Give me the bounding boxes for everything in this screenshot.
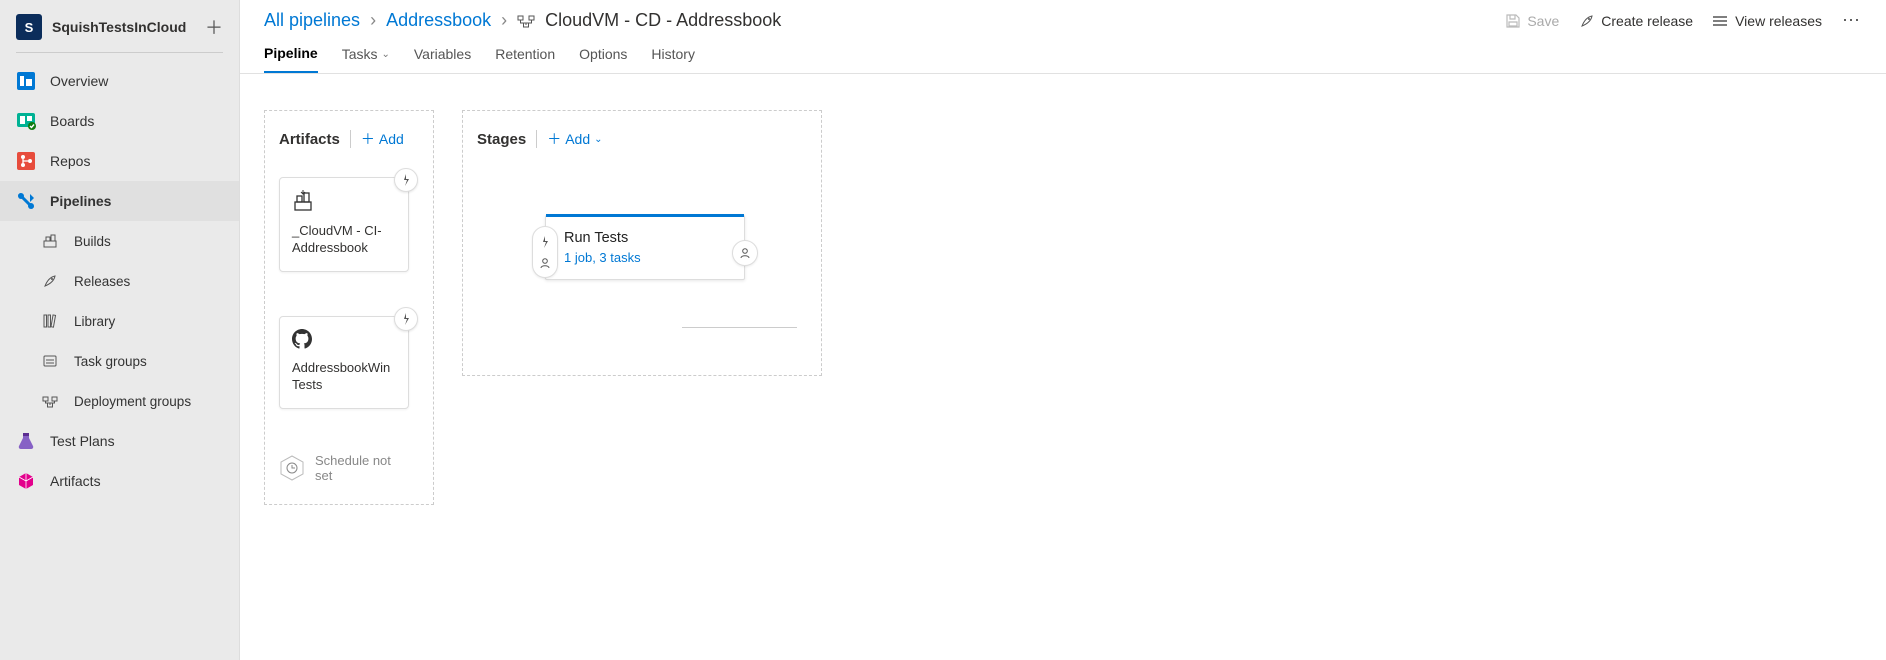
artifacts-icon	[16, 471, 36, 491]
add-label: Add	[565, 131, 590, 147]
schedule-icon	[279, 455, 305, 481]
stage-tasks-link[interactable]: 1 job, 3 tasks	[564, 250, 728, 265]
chevron-down-icon: ⌄	[594, 134, 602, 145]
stages-title: Stages	[477, 131, 526, 148]
nav-builds[interactable]: Builds	[0, 221, 239, 261]
add-stage-button[interactable]: ＋ Add ⌄	[547, 129, 602, 149]
plus-icon: ＋	[361, 129, 375, 149]
stage-status-bar	[546, 214, 744, 217]
add-label: Add	[379, 131, 404, 147]
nav-label: Task groups	[74, 354, 147, 369]
deployment-groups-icon	[40, 391, 60, 411]
nav-label: Pipelines	[50, 193, 111, 209]
nav-boards[interactable]: Boards	[0, 101, 239, 141]
connector-line	[682, 327, 797, 328]
create-release-label: Create release	[1601, 13, 1693, 29]
nav-label: Boards	[50, 113, 94, 129]
stage-name: Run Tests	[564, 230, 728, 246]
tab-pipeline[interactable]: Pipeline	[264, 45, 318, 73]
breadcrumb-sep: ›	[370, 10, 376, 31]
nav-label: Library	[74, 314, 115, 329]
topbar-actions: Save Create release View releases ⋯	[1505, 10, 1862, 31]
nav-pipelines[interactable]: Pipelines	[0, 181, 239, 221]
tab-options[interactable]: Options	[579, 45, 627, 73]
project-name[interactable]: SquishTestsInCloud	[52, 19, 186, 35]
artifacts-title: Artifacts	[279, 131, 340, 148]
tab-variables[interactable]: Variables	[414, 45, 471, 73]
breadcrumb-sep: ›	[501, 10, 507, 31]
breadcrumb-title: CloudVM - CD - Addressbook	[545, 10, 781, 31]
nav-label: Releases	[74, 274, 130, 289]
tabs: Pipeline Tasks ⌄ Variables Retention Opt…	[240, 31, 1886, 74]
schedule-label: Schedule not set	[315, 453, 395, 484]
artifact-name: AddressbookWinTests	[292, 360, 396, 394]
nav-label: Builds	[74, 234, 111, 249]
artifact-trigger-badge[interactable]	[394, 168, 418, 192]
nav-overview[interactable]: Overview	[0, 61, 239, 101]
pipeline-type-icon	[517, 12, 535, 30]
releases-icon	[40, 271, 60, 291]
divider	[16, 52, 223, 53]
artifacts-panel: Artifacts ＋ Add _CloudVM - CI-Addressboo…	[264, 110, 434, 505]
nav-deployment-groups[interactable]: Deployment groups	[0, 381, 239, 421]
tab-retention[interactable]: Retention	[495, 45, 555, 73]
library-icon	[40, 311, 60, 331]
task-groups-icon	[40, 351, 60, 371]
chevron-down-icon: ⌄	[381, 49, 389, 60]
tab-tasks-label: Tasks	[342, 46, 378, 62]
nav-label: Test Plans	[50, 433, 115, 449]
github-source-icon	[292, 329, 396, 352]
main: All pipelines › Addressbook › CloudVM - …	[240, 0, 1886, 660]
nav-label: Repos	[50, 153, 90, 169]
breadcrumb-root[interactable]: All pipelines	[264, 10, 360, 31]
save-label: Save	[1527, 13, 1559, 29]
view-releases-button[interactable]: View releases	[1713, 13, 1822, 29]
nav-artifacts[interactable]: Artifacts	[0, 461, 239, 501]
save-button: Save	[1505, 13, 1559, 29]
pipelines-icon	[16, 191, 36, 211]
artifact-card[interactable]: _CloudVM - CI-Addressbook	[279, 177, 409, 272]
nav-label: Deployment groups	[74, 394, 191, 409]
pipeline-canvas: Artifacts ＋ Add _CloudVM - CI-Addressboo…	[240, 74, 1886, 541]
breadcrumb-folder[interactable]: Addressbook	[386, 10, 491, 31]
artifact-trigger-badge[interactable]	[394, 307, 418, 331]
sidebar: S SquishTestsInCloud ＋ Overview Boards R…	[0, 0, 240, 660]
nav-library[interactable]: Library	[0, 301, 239, 341]
artifact-card[interactable]: AddressbookWinTests	[279, 316, 409, 409]
view-releases-label: View releases	[1735, 13, 1822, 29]
nav-label: Artifacts	[50, 473, 101, 489]
project-badge: S	[16, 14, 42, 40]
nav-label: Overview	[50, 73, 108, 89]
pre-deploy-conditions[interactable]	[532, 226, 558, 278]
test-plans-icon	[16, 431, 36, 451]
add-artifact-button[interactable]: ＋ Add	[361, 129, 404, 149]
nav-repos[interactable]: Repos	[0, 141, 239, 181]
create-release-button[interactable]: Create release	[1579, 13, 1693, 29]
stages-panel: Stages ＋ Add ⌄	[462, 110, 822, 376]
repos-icon	[16, 151, 36, 171]
divider	[536, 130, 537, 148]
breadcrumb: All pipelines › Addressbook › CloudVM - …	[264, 10, 781, 31]
post-deploy-conditions[interactable]	[732, 240, 758, 266]
new-item-button[interactable]: ＋	[205, 14, 223, 40]
overview-icon	[16, 71, 36, 91]
stage-card[interactable]: Run Tests 1 job, 3 tasks	[545, 215, 745, 280]
tab-history[interactable]: History	[651, 45, 695, 73]
builds-icon	[40, 231, 60, 251]
build-source-icon	[292, 190, 396, 215]
plus-icon: ＋	[547, 129, 561, 149]
tab-tasks[interactable]: Tasks ⌄	[342, 45, 390, 73]
project-header: S SquishTestsInCloud ＋	[0, 6, 239, 48]
topbar: All pipelines › Addressbook › CloudVM - …	[240, 0, 1886, 31]
boards-icon	[16, 111, 36, 131]
more-actions-button[interactable]: ⋯	[1842, 10, 1862, 31]
schedule-row[interactable]: Schedule not set	[279, 453, 419, 484]
nav-test-plans[interactable]: Test Plans	[0, 421, 239, 461]
artifact-name: _CloudVM - CI-Addressbook	[292, 223, 396, 257]
nav-releases[interactable]: Releases	[0, 261, 239, 301]
divider	[350, 130, 351, 148]
nav-task-groups[interactable]: Task groups	[0, 341, 239, 381]
